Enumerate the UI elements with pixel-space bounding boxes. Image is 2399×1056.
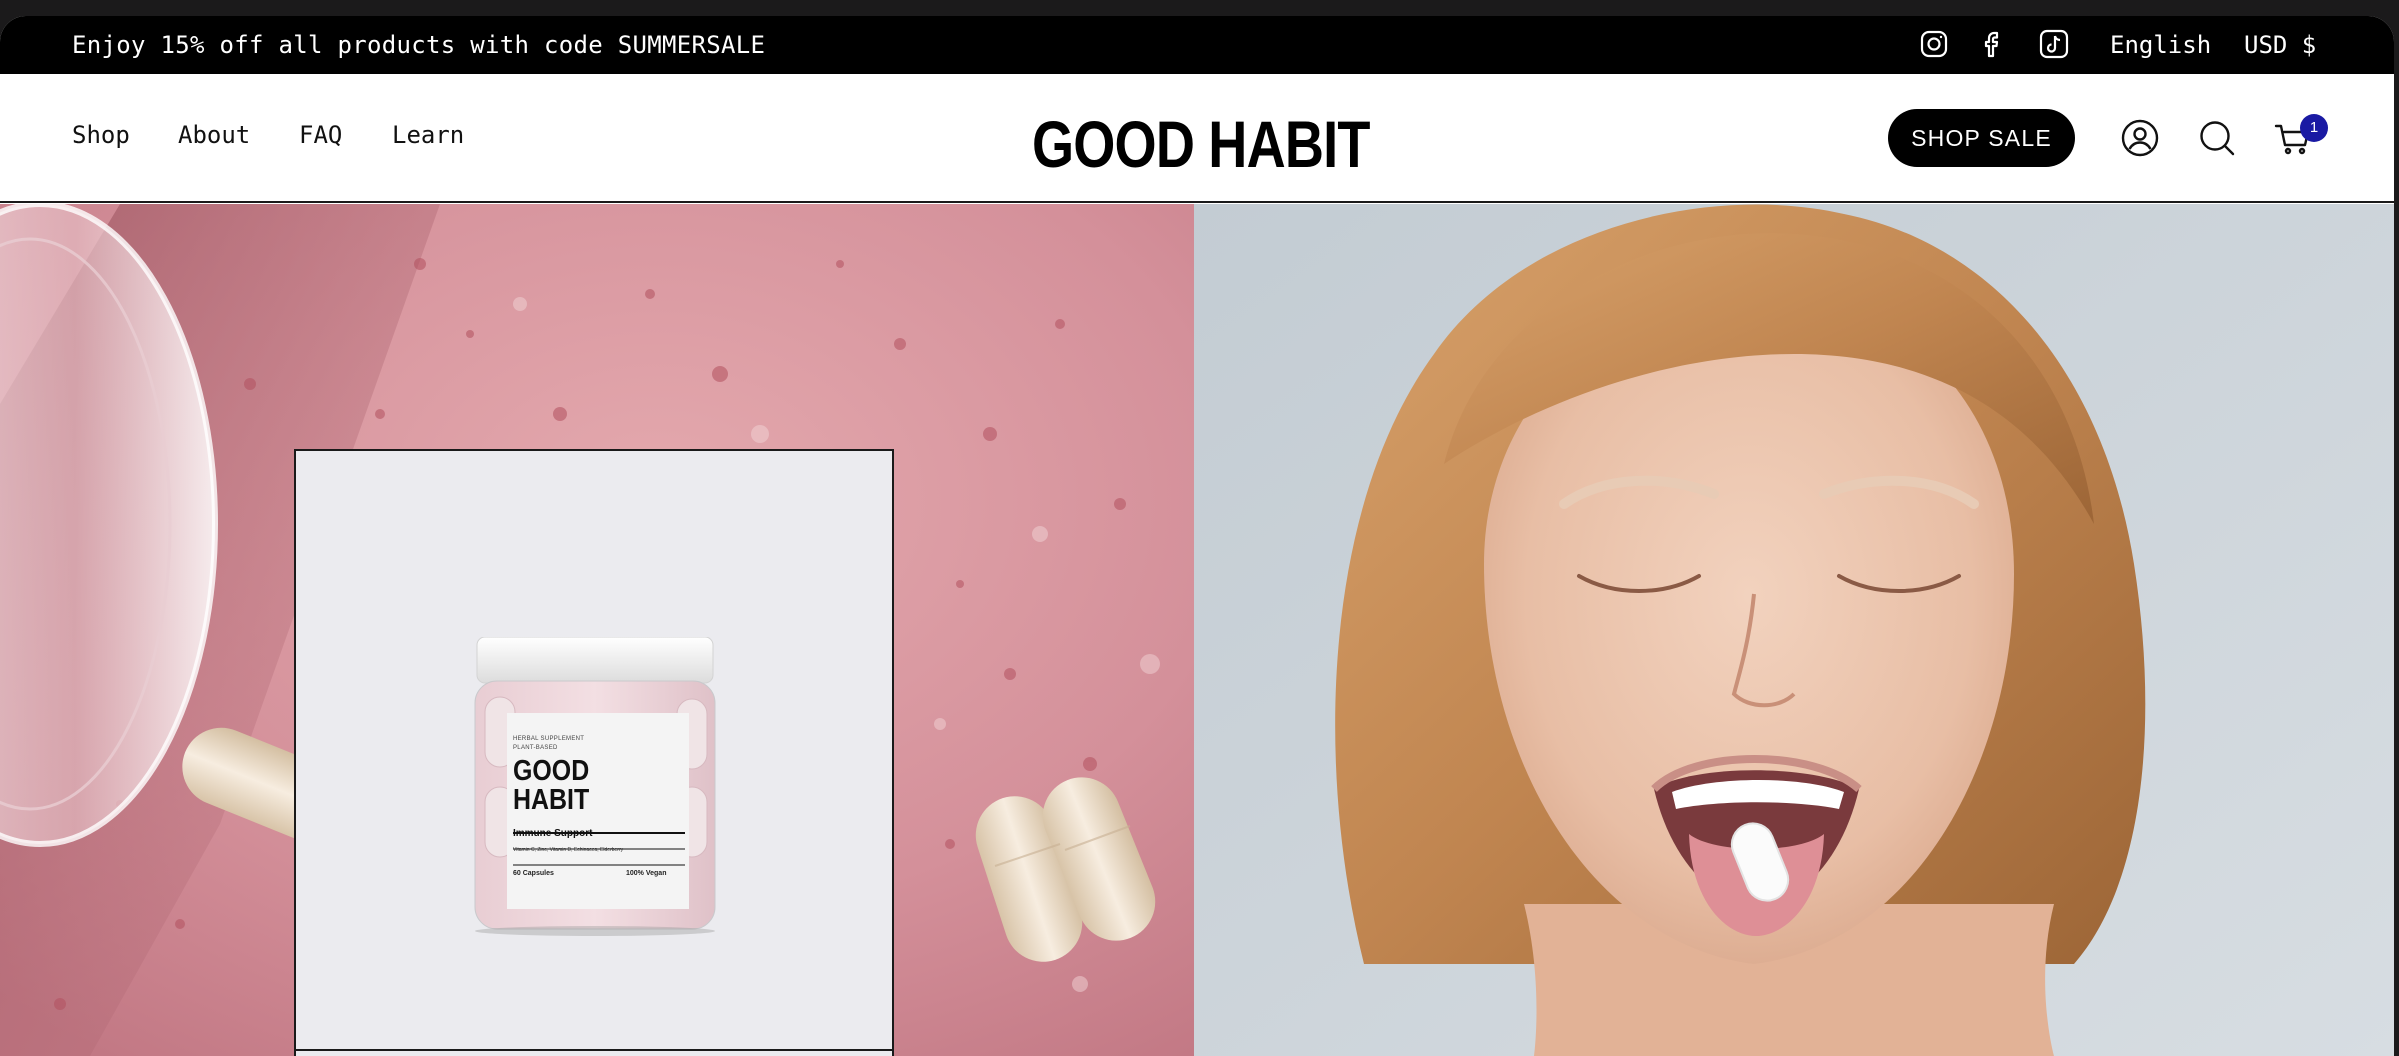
- supplement-jar-image: [474, 637, 716, 936]
- account-icon[interactable]: [2120, 118, 2160, 158]
- instagram-icon[interactable]: [1918, 28, 1950, 60]
- nav-faq[interactable]: FAQ: [299, 121, 342, 149]
- nav-learn[interactable]: Learn: [392, 121, 464, 149]
- site-header: Shop About FAQ Learn GOOD HABIT SHOP SAL…: [0, 74, 2394, 203]
- jar-ingredients-text: Vitamin C, Zinc, Vitamin D, Echinacea, E…: [513, 847, 624, 853]
- woman-portrait-illustration: [1194, 204, 2394, 1056]
- search-icon[interactable]: [2197, 118, 2237, 158]
- jar-product-name: Immune Support: [513, 828, 593, 839]
- hero-image-pink-capsules: HERBAL SUPPLEMENT PLANT-BASED GOOD HABIT…: [0, 204, 1194, 1056]
- currency-selector[interactable]: USD $: [2244, 31, 2316, 59]
- browser-viewport: Enjoy 15% off all products with code SUM…: [0, 16, 2394, 1056]
- hero-section: HERBAL SUPPLEMENT PLANT-BASED GOOD HABIT…: [0, 204, 2394, 1056]
- product-card[interactable]: HERBAL SUPPLEMENT PLANT-BASED GOOD HABIT…: [294, 449, 894, 1056]
- announcement-bar: Enjoy 15% off all products with code SUM…: [0, 16, 2394, 74]
- jar-eyebrow-text: HERBAL SUPPLEMENT PLANT-BASED: [513, 736, 585, 751]
- jar-capsule-count: 60 Capsules: [513, 870, 554, 877]
- cart-count-badge: 1: [2300, 114, 2328, 142]
- card-divider: [296, 1049, 892, 1051]
- tiktok-icon[interactable]: [2038, 28, 2070, 60]
- nav-about[interactable]: About: [178, 121, 250, 149]
- jar-brand-text: GOOD HABIT: [513, 755, 590, 816]
- announcement-text: Enjoy 15% off all products with code SUM…: [72, 31, 766, 59]
- shop-sale-button[interactable]: SHOP SALE: [1888, 109, 2075, 167]
- nav-shop[interactable]: Shop: [72, 121, 130, 149]
- language-selector[interactable]: English: [2110, 31, 2211, 59]
- site-logo[interactable]: GOOD HABIT: [1032, 106, 1370, 182]
- hero-image-woman-capsule: [1194, 204, 2394, 1056]
- facebook-icon[interactable]: [1978, 28, 2010, 60]
- jar-vegan-badge: 100% Vegan: [626, 870, 667, 877]
